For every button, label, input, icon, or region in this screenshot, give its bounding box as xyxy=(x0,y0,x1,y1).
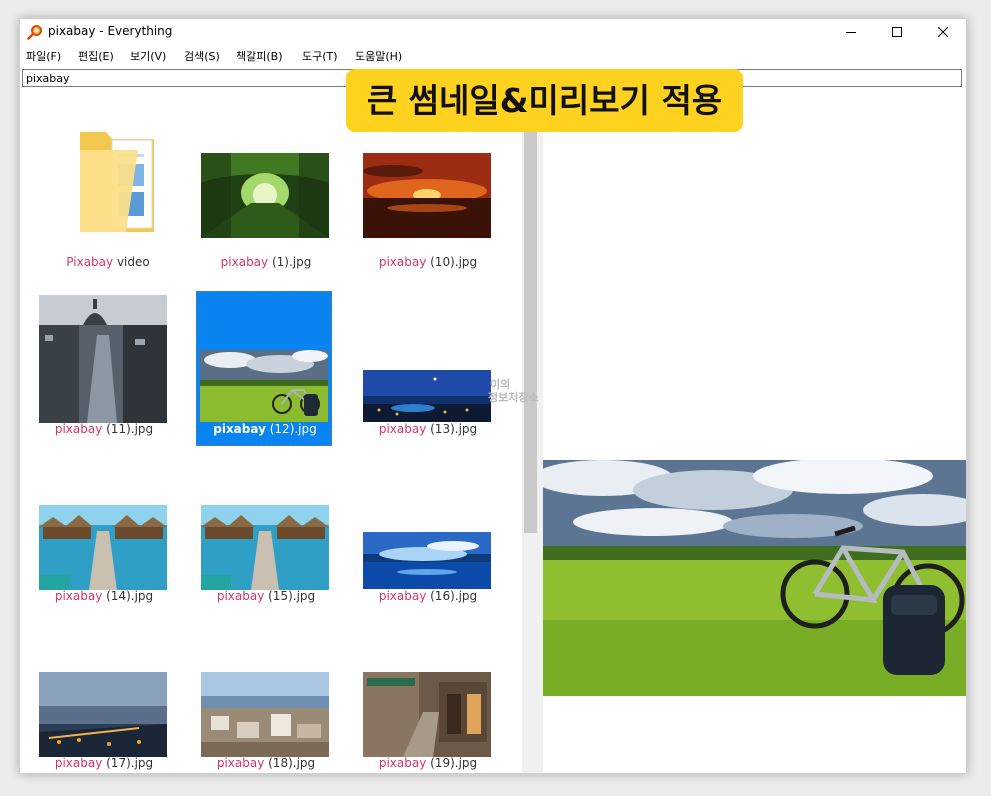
list-item[interactable]: pixabay (17).jpg xyxy=(36,620,172,773)
window-title: pixabay - Everything xyxy=(48,24,173,38)
thumbnail-image xyxy=(200,350,328,422)
minimize-icon xyxy=(846,32,856,33)
list-item[interactable]: pixabay (1).jpg xyxy=(198,119,334,273)
file-name: pixabay (11).jpg xyxy=(54,422,154,436)
minimize-button[interactable] xyxy=(828,19,874,45)
thumbnail-image xyxy=(39,295,167,423)
maximize-icon xyxy=(892,27,902,37)
file-name: pixabay (17).jpg xyxy=(54,756,154,770)
thumbnail-image xyxy=(363,370,491,422)
menu-bookmarks[interactable]: 책갈피(B) xyxy=(236,48,283,64)
list-item[interactable]: pixabay (13).jpg xyxy=(360,286,496,440)
menu-file[interactable]: 파일(F) xyxy=(26,48,61,64)
thumbnail-image xyxy=(201,153,329,238)
folder-icon xyxy=(80,132,154,232)
file-name: pixabay (10).jpg xyxy=(378,255,478,269)
menu-tools[interactable]: 도구(T) xyxy=(302,48,338,64)
scrollbar-thumb[interactable] xyxy=(524,129,537,533)
watermark: 이의 정보저장소 xyxy=(488,378,539,404)
thumbnail-image xyxy=(363,532,491,589)
list-item[interactable]: pixabay (14).jpg xyxy=(36,453,172,607)
watermark-line: 이의 xyxy=(490,378,511,391)
list-item[interactable]: pixabay (18).jpg xyxy=(198,620,334,773)
thumbnail-image xyxy=(363,672,491,757)
list-item[interactable]: pixabay (19).jpg xyxy=(360,620,496,773)
close-icon xyxy=(938,27,948,37)
menu-search[interactable]: 검색(S) xyxy=(184,48,220,64)
menu-help[interactable]: 도움말(H) xyxy=(355,48,402,64)
file-name: pixabay (14).jpg xyxy=(54,589,154,603)
file-name: pixabay (15).jpg xyxy=(216,589,316,603)
thumbnail-image xyxy=(201,505,329,590)
list-item[interactable]: pixabay (15).jpg xyxy=(198,453,334,607)
file-name: pixabay (19).jpg xyxy=(378,756,478,770)
file-name: pixabay (13).jpg xyxy=(378,422,478,436)
thumbnail-image xyxy=(363,153,491,238)
menu-view[interactable]: 보기(V) xyxy=(130,48,166,64)
list-item[interactable]: pixabay (10).jpg xyxy=(360,119,496,273)
list-item[interactable]: pixabay (16).jpg xyxy=(360,453,496,607)
preview-image xyxy=(543,460,966,696)
preview-pane xyxy=(543,89,966,773)
title-bar[interactable]: pixabay - Everything xyxy=(20,19,966,45)
menu-edit[interactable]: 편집(E) xyxy=(78,48,114,64)
file-name: pixabay (16).jpg xyxy=(378,589,478,603)
maximize-button[interactable] xyxy=(874,19,920,45)
thumbnail-image xyxy=(39,505,167,590)
results-thumbnail-view: Pixabay video pixabay (1).jpg pixabay (1… xyxy=(20,89,522,773)
close-button[interactable] xyxy=(920,19,966,45)
file-name: pixabay (12).jpg xyxy=(213,422,317,436)
results-scrollbar[interactable] xyxy=(522,89,539,773)
overlay-banner: 큰 썸네일&미리보기 적용 xyxy=(346,69,743,132)
thumbnail-image xyxy=(201,672,329,757)
watermark-line: 정보저장소 xyxy=(488,391,539,404)
magnifier-icon xyxy=(27,24,43,40)
thumbnail-image xyxy=(39,672,167,757)
file-name: pixabay (1).jpg xyxy=(220,255,312,269)
list-item-selected[interactable]: pixabay (12).jpg xyxy=(196,291,332,446)
menu-bar: 파일(F) 편집(E) 보기(V) 검색(S) 책갈피(B) 도구(T) 도움말… xyxy=(20,46,966,66)
file-name: pixabay (18).jpg xyxy=(216,756,316,770)
list-item[interactable]: pixabay (11).jpg xyxy=(36,286,172,440)
list-item[interactable]: Pixabay video xyxy=(40,119,176,273)
file-name: Pixabay video xyxy=(66,255,150,269)
